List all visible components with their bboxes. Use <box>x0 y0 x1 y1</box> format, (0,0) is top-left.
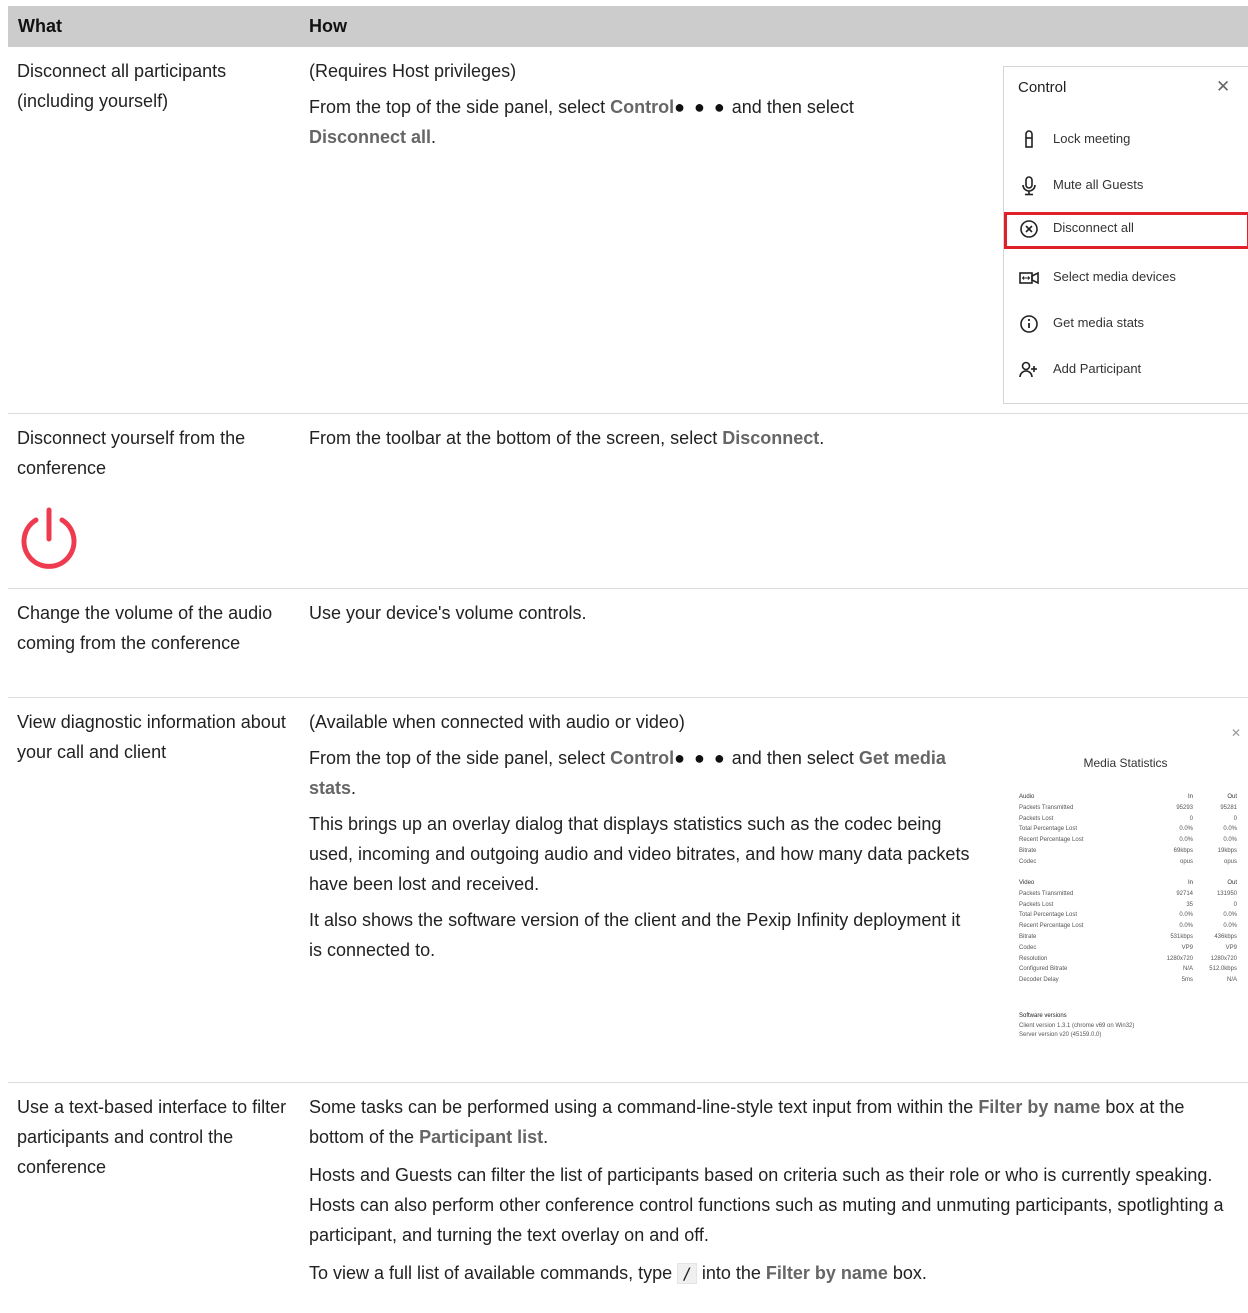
menu-item-get-media-stats[interactable]: Get media stats <box>1004 307 1248 341</box>
control-label: Control <box>610 97 675 117</box>
more-dots-icon: ● ● ● <box>674 748 727 768</box>
media-stats-dialog: ✕ Media Statistics Audio In Out Packets Tr… <box>1003 712 1248 1052</box>
filter-by-name-label: Filter by name <box>765 1263 888 1283</box>
menu-item-label: Disconnect all <box>1053 220 1134 235</box>
header-how: How <box>309 16 347 36</box>
info-icon <box>1020 315 1038 333</box>
menu-item-label: Add Participant <box>1053 361 1142 376</box>
how-text-part: Some tasks can be performed using a comm… <box>309 1097 979 1117</box>
control-panel: Control ✕ Lock meeting Mute all Guests D… <box>1003 66 1248 404</box>
menu-item-mute-all-guests[interactable]: Mute all Guests <box>1004 169 1248 203</box>
how-text-part: . <box>431 127 437 147</box>
menu-item-select-media-devices[interactable]: Select media devices <box>1004 261 1248 295</box>
table-row: Change the volume of the audio coming fr… <box>8 589 1248 698</box>
table-row: Use a text-based interface to filter par… <box>8 1083 1248 1313</box>
how-text-part: From the toolbar at the bottom of the sc… <box>309 428 723 448</box>
stats-row: Total Percentage Lost 0.0% 0.0% <box>1019 912 1237 919</box>
client-version: Client version 1.3.1 (chrome v69 on Win3… <box>1019 1022 1135 1029</box>
close-icon[interactable]: ✕ <box>1216 77 1230 97</box>
row-how: (Available when connected with audio or … <box>309 707 974 971</box>
media-stats-title: Media Statistics <box>1083 756 1168 770</box>
how-text-part: From the top of the side panel, select <box>309 748 611 768</box>
how-text-part: and then select <box>726 97 854 117</box>
power-icon <box>21 507 77 569</box>
how-text: This brings up an overlay dialog that di… <box>309 814 970 894</box>
how-text: (Requires Host privileges) <box>309 61 517 81</box>
more-dots-icon: ● ● ● <box>674 97 727 117</box>
how-text-part: box. <box>887 1263 927 1283</box>
control-panel-title: Control <box>1018 79 1067 96</box>
how-text: From the top of the side panel, select C… <box>309 743 974 803</box>
control-label: Control <box>610 748 675 768</box>
stats-row: Resolution 1280x720 1280x720 <box>1019 955 1237 962</box>
stats-row: Configured Bitrate N/A 512.0kbps <box>1019 966 1237 973</box>
how-text: Some tasks can be performed using a comm… <box>309 1092 1239 1152</box>
menu-item-label: Lock meeting <box>1053 131 1131 146</box>
stats-row: Recent Percentage Lost 0.0% 0.0% <box>1019 837 1237 844</box>
table-row: Disconnect yourself from the conference … <box>8 414 1248 589</box>
row-what: Disconnect all participants (including y… <box>17 61 227 111</box>
how-text-part: . <box>819 428 825 448</box>
close-circle-icon <box>1020 220 1038 238</box>
table-header: What How <box>8 6 1248 47</box>
camera-icon <box>1019 271 1039 285</box>
row-what: Disconnect yourself from the conference <box>17 428 246 478</box>
add-person-icon <box>1019 361 1037 378</box>
header-what: What <box>18 16 62 36</box>
row-what: View diagnostic information about your c… <box>17 712 286 762</box>
stats-head: Audio In Out <box>1019 794 1237 800</box>
menu-item-label: Get media stats <box>1053 315 1145 330</box>
row-how: (Requires Host privileges) From the top … <box>309 56 909 158</box>
menu-item-lock-meeting[interactable]: Lock meeting <box>1004 123 1248 157</box>
menu-item-label: Mute all Guests <box>1053 177 1144 192</box>
row-how: Some tasks can be performed using a comm… <box>309 1092 1239 1295</box>
menu-item-label: Select media devices <box>1053 269 1176 284</box>
server-version: Server version v20 (45159.0.0) <box>1019 1032 1102 1038</box>
how-text: Hosts and Guests can filter the list of … <box>309 1165 1224 1245</box>
stats-row: Bitrate 69kbps 19kbps <box>1019 847 1237 854</box>
software-versions-title: Software versions <box>1019 1013 1067 1019</box>
how-text: To view a full list of available command… <box>309 1258 1239 1289</box>
stats-row: Recent Percentage Lost 0.0% 0.0% <box>1019 923 1237 930</box>
how-text-part: From the top of the side panel, select <box>309 97 611 117</box>
how-text-part: and then select <box>726 748 859 768</box>
menu-item-add-participant[interactable]: Add Participant <box>1004 353 1248 387</box>
how-text: It also shows the software version of th… <box>309 910 961 960</box>
menu-item-disconnect-all[interactable]: Disconnect all <box>1004 212 1248 249</box>
how-text-part: into the <box>696 1263 766 1283</box>
audio-stats: Audio In Out Packets Transmitted 95293 95281… <box>1019 794 1237 870</box>
disconnect-label: Disconnect <box>722 428 820 448</box>
row-how: From the toolbar at the bottom of the sc… <box>309 423 1239 453</box>
stats-row: Packets Transmitted 92714 131950 <box>1019 890 1237 897</box>
software-versions: Software versions Client version 1.3.1 (… <box>1019 1012 1134 1041</box>
close-icon[interactable]: ✕ <box>1231 726 1241 740</box>
how-text-part: . <box>351 778 357 798</box>
row-what: Change the volume of the audio coming fr… <box>17 603 273 653</box>
stats-row: Packets Lost 0 0 <box>1019 815 1237 822</box>
stats-row: Codec opus opus <box>1019 858 1237 865</box>
stats-row: Total Percentage Lost 0.0% 0.0% <box>1019 826 1237 833</box>
video-stats: Video In Out Packets Transmitted 92714 13195… <box>1019 880 1237 988</box>
stats-row: Decoder Delay 5ms N/A <box>1019 977 1237 984</box>
stats-row: Packets Lost 35 0 <box>1019 901 1237 908</box>
filter-by-name-label: Filter by name <box>978 1097 1101 1117</box>
how-text: From the top of the side panel, select C… <box>309 92 909 152</box>
stats-head: Video In Out <box>1019 880 1237 886</box>
how-text: (Available when connected with audio or … <box>309 712 685 732</box>
row-how: Use your device's volume controls. <box>309 603 587 623</box>
stats-row: Packets Transmitted 95293 95281 <box>1019 804 1237 811</box>
microphone-icon <box>1022 176 1036 196</box>
participant-list-label: Participant list <box>419 1127 544 1147</box>
lock-icon <box>1025 130 1033 148</box>
how-text-part: . <box>543 1127 549 1147</box>
stats-row: Codec VP9 VP9 <box>1019 944 1237 951</box>
disconnect-all-label: Disconnect all <box>309 127 432 147</box>
how-text-part: To view a full list of available command… <box>309 1263 678 1283</box>
slash-command-code: / <box>677 1263 697 1284</box>
row-what: Use a text-based interface to filter par… <box>17 1097 287 1177</box>
stats-row: Bitrate 531kbps 436kbps <box>1019 933 1237 940</box>
